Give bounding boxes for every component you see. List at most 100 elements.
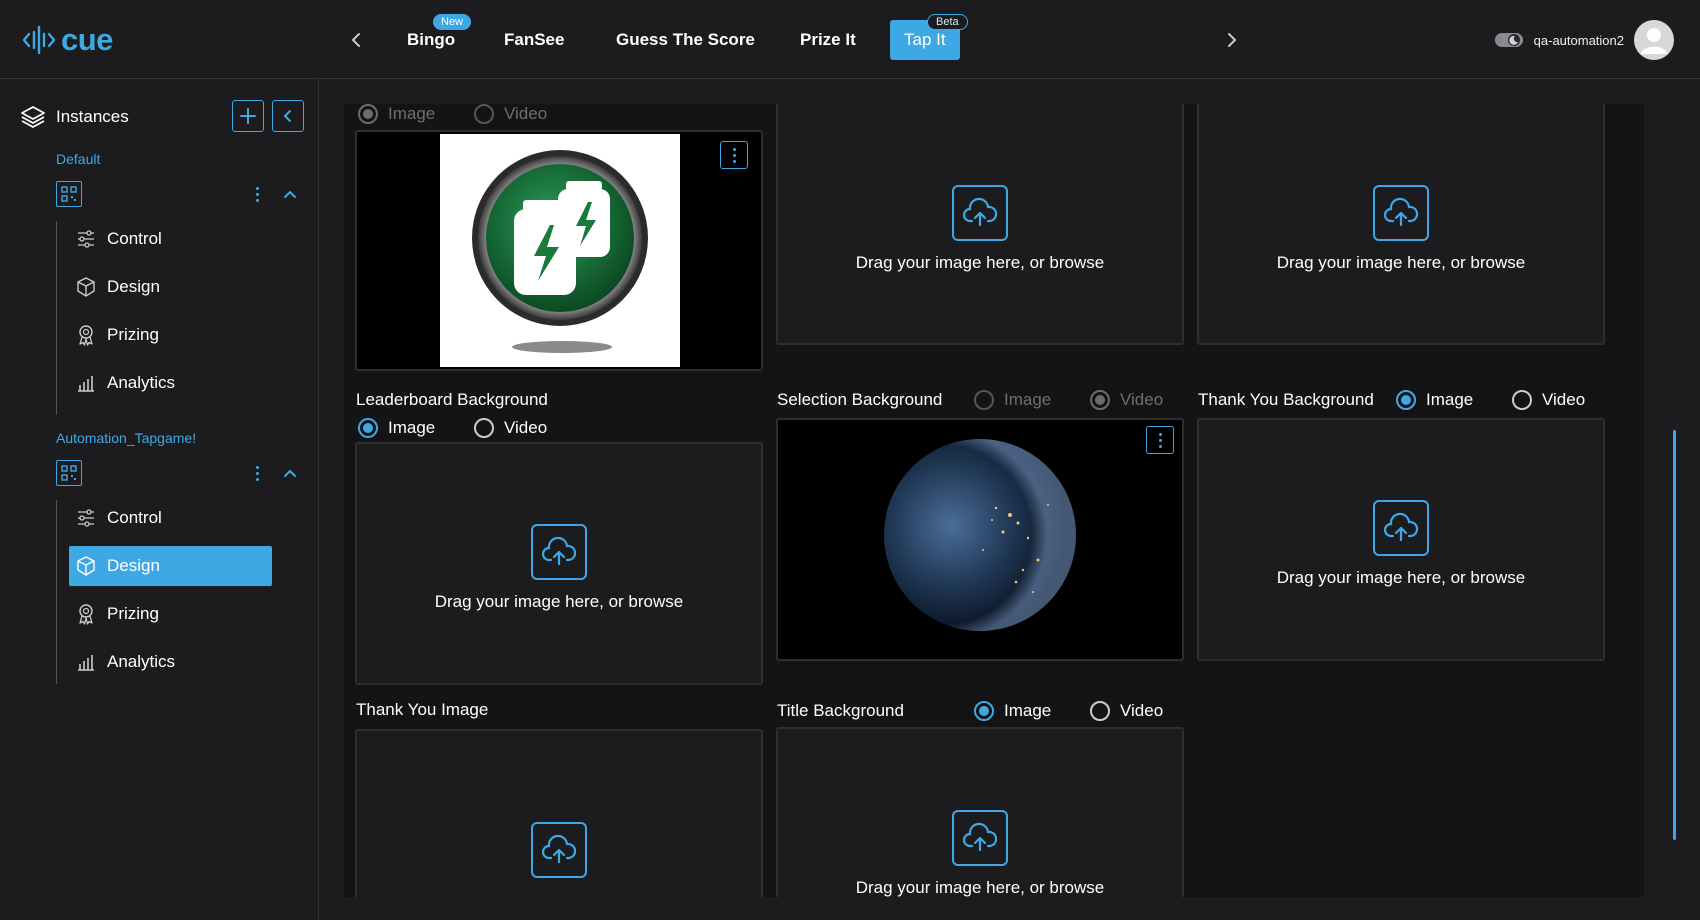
qr-code-button[interactable] <box>56 460 82 486</box>
user-avatar[interactable] <box>1634 20 1674 60</box>
drop-hint: Drag your image here, or browse <box>855 878 1105 897</box>
leaderboard-background-label: Leaderboard Background <box>356 390 548 409</box>
instance-title-automation[interactable]: Automation_Tapgame! <box>56 430 196 446</box>
user-avatar-icon <box>1641 28 1667 54</box>
upload-dropzone[interactable]: Drag your image here, or browse <box>778 185 1182 273</box>
cloud-upload-icon <box>962 197 998 227</box>
image-preview-energy <box>355 130 763 371</box>
tab-prize-it[interactable]: Prize It <box>800 26 856 54</box>
collapse-instance-button[interactable] <box>280 184 300 204</box>
user-area: qa-automation2 <box>1494 20 1674 60</box>
instances-title: Instances <box>56 107 129 126</box>
upload-button[interactable] <box>952 810 1008 866</box>
tab-label: Guess The Score <box>616 30 755 49</box>
selection-radio-image[interactable]: Image <box>974 390 1051 410</box>
instance-options-button[interactable] <box>250 183 264 205</box>
upload-dropzone[interactable]: Drag your image here, or browse <box>357 524 761 612</box>
award-icon <box>75 603 97 625</box>
radio-label: Video <box>1542 390 1586 409</box>
upload-button[interactable] <box>1373 185 1429 241</box>
upload-button[interactable] <box>531 524 587 580</box>
tab-fansee[interactable]: FanSee <box>504 26 564 54</box>
cloud-upload-icon <box>541 536 577 566</box>
tabs-next-arrow[interactable] <box>1220 27 1244 53</box>
leaderboard-radio-image[interactable]: Image <box>358 418 435 438</box>
collapse-sidebar-button[interactable] <box>272 100 304 132</box>
title-background-dropzone[interactable]: Drag your image here, or browse <box>776 727 1184 897</box>
radio-image[interactable]: Image <box>358 104 435 124</box>
upload-button[interactable] <box>952 185 1008 241</box>
leaderboard-radio-video[interactable]: Video <box>474 418 547 438</box>
design-panel: Image Video Drag your image here, or bro… <box>344 104 1644 897</box>
radio-video[interactable]: Video <box>474 104 547 124</box>
sidebar-item-prizing[interactable]: Prizing <box>69 594 272 634</box>
tab-label: Bingo <box>407 30 456 49</box>
thank-you-image-label: Thank You Image <box>356 700 489 719</box>
thank-you-background-dropzone[interactable]: Drag your image here, or browse <box>1197 418 1605 661</box>
dropzone-top-middle[interactable]: Drag your image here, or browse <box>776 104 1184 345</box>
upload-dropzone[interactable] <box>357 822 761 878</box>
sidebar-item-label: Analytics <box>107 373 176 392</box>
collapse-instance-button[interactable] <box>280 463 300 483</box>
drop-hint: Drag your image here, or browse <box>1276 253 1526 272</box>
sidebar-item-control[interactable]: Control <box>69 498 272 538</box>
title-radio-video[interactable]: Video <box>1090 701 1163 721</box>
sidebar-item-control[interactable]: Control <box>69 219 272 259</box>
preview-options-button[interactable] <box>1146 426 1174 454</box>
title-radio-image[interactable]: Image <box>974 701 1051 721</box>
tab-bingo[interactable]: Bingo <box>407 26 455 54</box>
chevron-up-icon <box>284 469 296 477</box>
top-bar: cue Bingo New FanSee Guess The Score Pri… <box>0 0 1700 79</box>
soundwave-logo-icon <box>22 25 56 55</box>
thank-you-background-label: Thank You Background <box>1198 390 1374 409</box>
qr-code-icon <box>61 465 77 481</box>
instance-options-button[interactable] <box>250 462 264 484</box>
dropzone-top-right[interactable]: Drag your image here, or browse <box>1197 104 1605 345</box>
cube-icon <box>75 555 97 577</box>
theme-toggle-icon[interactable] <box>1494 31 1524 49</box>
main-scrollbar[interactable] <box>1673 430 1676 840</box>
tree-line <box>56 221 57 415</box>
bar-chart-icon <box>75 372 97 394</box>
thank-you-radio-video[interactable]: Video <box>1512 390 1585 410</box>
tab-label: FanSee <box>504 30 565 49</box>
cue-logo[interactable]: cue <box>22 22 113 58</box>
cube-icon <box>75 276 97 298</box>
sidebar-item-label: Control <box>107 229 162 248</box>
upload-button[interactable] <box>531 822 587 878</box>
drop-hint: Drag your image here, or browse <box>855 253 1105 272</box>
radio-label: Video <box>504 418 548 437</box>
thank-you-image-dropzone[interactable] <box>355 729 763 897</box>
thank-you-radio-image[interactable]: Image <box>1396 390 1473 410</box>
sidebar-item-label: Prizing <box>107 325 159 344</box>
sidebar-item-analytics[interactable]: Analytics <box>69 363 272 403</box>
sidebar-item-design[interactable]: Design <box>69 267 272 307</box>
sidebar-item-analytics[interactable]: Analytics <box>69 642 272 682</box>
tabs-prev-arrow[interactable] <box>344 27 368 53</box>
qr-code-button[interactable] <box>56 181 82 207</box>
leaderboard-dropzone[interactable]: Drag your image here, or browse <box>355 442 763 685</box>
cloud-upload-icon <box>541 834 577 864</box>
upload-dropzone[interactable]: Drag your image here, or browse <box>778 810 1182 897</box>
award-icon <box>75 324 97 346</box>
selection-radio-video[interactable]: Video <box>1090 390 1163 410</box>
instances-header: Instances <box>20 104 129 130</box>
instance-title-default[interactable]: Default <box>56 151 100 167</box>
chevron-right-icon <box>1228 33 1237 47</box>
radio-label: Video <box>1120 390 1164 409</box>
add-instance-button[interactable] <box>232 100 264 132</box>
cloud-upload-icon <box>1383 512 1419 542</box>
energy-drink-preview-image <box>440 134 680 367</box>
upload-dropzone[interactable]: Drag your image here, or browse <box>1199 500 1603 588</box>
tab-guess-the-score[interactable]: Guess The Score <box>616 26 755 54</box>
preview-options-button[interactable] <box>720 141 748 169</box>
upload-button[interactable] <box>1373 500 1429 556</box>
selection-video-preview <box>776 418 1184 661</box>
chevron-left-icon <box>351 33 360 47</box>
sidebar-item-design[interactable]: Design <box>69 546 272 586</box>
sidebar-item-prizing[interactable]: Prizing <box>69 315 272 355</box>
sidebar-item-label: Analytics <box>107 652 176 671</box>
upload-dropzone[interactable]: Drag your image here, or browse <box>1199 185 1603 273</box>
qr-code-icon <box>61 186 77 202</box>
radio-label: Image <box>388 418 436 437</box>
